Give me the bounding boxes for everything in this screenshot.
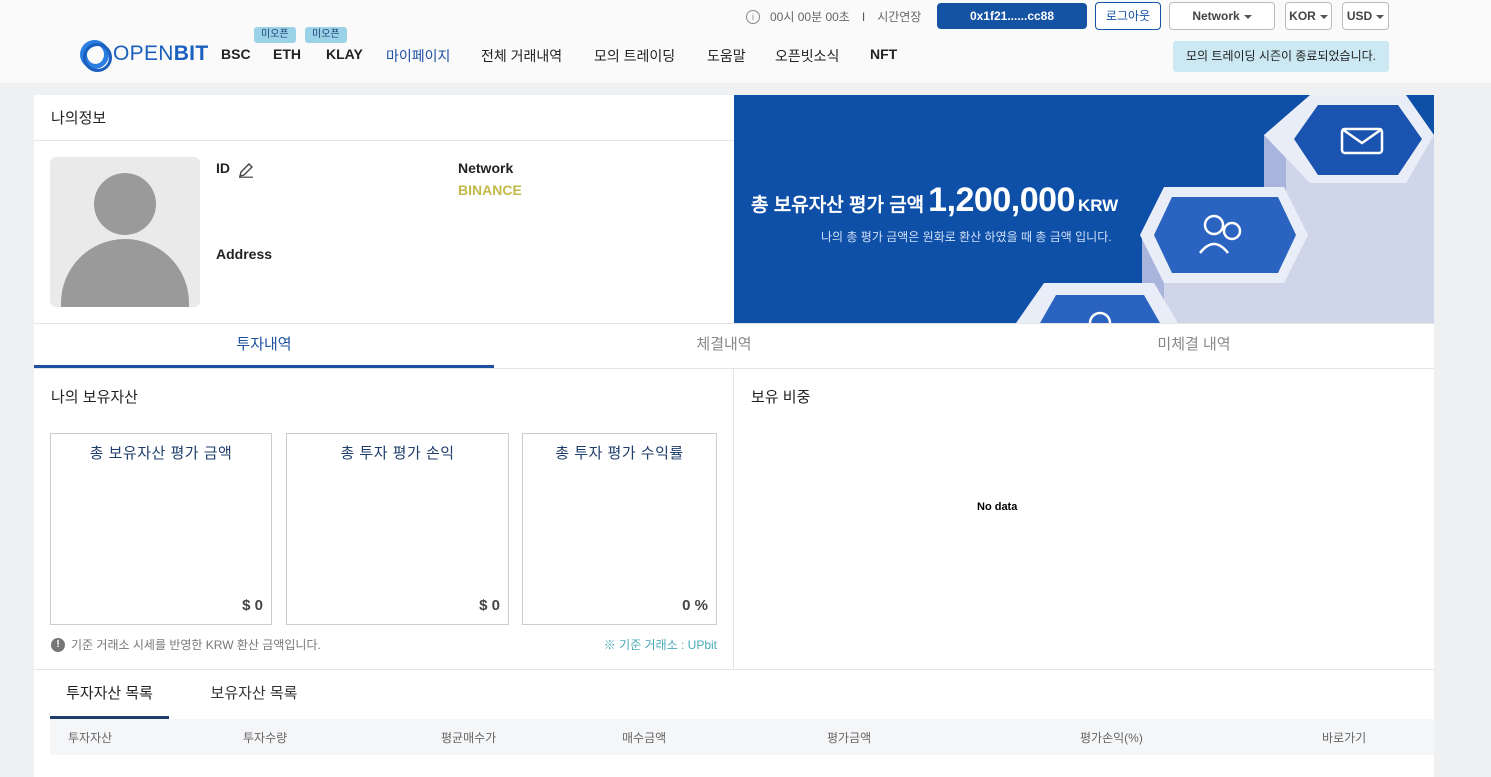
box-value: 0 %	[682, 597, 708, 614]
col-buy-amount: 매수금액	[622, 731, 667, 745]
col-shortcut: 바로가기	[1322, 731, 1367, 745]
tab-investment-history[interactable]: 투자내역	[34, 323, 494, 369]
col-eval-amount: 평가금액	[827, 731, 872, 745]
box-title: 총 투자 평가 손익	[340, 445, 455, 462]
footnote-text: 기준 거래소 시세를 반영한 KRW 환산 금액입니다.	[71, 638, 321, 652]
network-dropdown-label: Network	[1192, 9, 1240, 23]
language-dropdown[interactable]: KOR	[1285, 2, 1332, 30]
nav-help[interactable]: 도움말	[707, 46, 746, 66]
nav-klay[interactable]: KLAY	[326, 46, 363, 62]
timer-value: 00시 00분 00초	[770, 10, 850, 24]
nav-mock-trading[interactable]: 모의 트레이딩	[594, 46, 675, 66]
avatar-body	[61, 239, 189, 307]
info-icon: i	[746, 9, 760, 24]
currency-dropdown-label: USD	[1346, 9, 1373, 23]
total-asset-banner: 총 보유자산 평가 금액 1,200,000 KRW 나의 총 평가 금액은 원화로…	[734, 95, 1434, 323]
session-timer: i 00시 00분 00초 I 시간연장	[746, 8, 921, 25]
col-avg-price: 평균매수가	[441, 731, 497, 745]
alert-icon: !	[51, 637, 65, 652]
total-asset-amount: 1,200,000	[928, 181, 1075, 219]
nav-eth[interactable]: ETH	[273, 46, 301, 62]
tab-filled-orders[interactable]: 체결내역	[494, 323, 954, 369]
wallet-address-button[interactable]: 0x1f21......cc88	[937, 3, 1087, 29]
network-label: Network	[458, 160, 514, 176]
nav-news[interactable]: 오픈빗소식	[775, 46, 839, 66]
openbit-logo-icon	[80, 39, 112, 72]
chevron-down-icon	[1243, 14, 1252, 19]
col-pnl-percent: 평가손익(%)	[1080, 731, 1143, 745]
currency-dropdown[interactable]: USD	[1342, 2, 1389, 30]
pencil-edit-icon[interactable]	[238, 162, 254, 178]
network-value: BINANCE	[458, 182, 522, 198]
myinfo-title: 나의정보	[51, 110, 107, 127]
extend-time-link[interactable]: 시간연장	[877, 8, 921, 25]
header: OPENBIT BSC ETH KLAY 마이페이지 전체 거래내역 모의 트레…	[0, 0, 1491, 83]
nav-bsc[interactable]: BSC	[221, 46, 251, 62]
id-label: ID	[216, 160, 230, 176]
chevron-down-icon	[1319, 14, 1328, 19]
holdings-title: 나의 보유자산	[51, 389, 138, 406]
krw-footnote: ! 기준 거래소 시세를 반영한 KRW 환산 금액입니다.	[51, 636, 321, 653]
chevron-down-icon	[1376, 14, 1385, 19]
banner-title: 총 보유자산 평가 금액 1,200,000 KRW	[751, 181, 1118, 220]
divider	[34, 669, 1434, 670]
total-asset-box: 총 보유자산 평가 금액 $ 0	[50, 433, 272, 625]
address-label: Address	[216, 246, 273, 262]
col-quantity: 투자수량	[243, 731, 288, 745]
col-asset: 투자자산	[68, 731, 113, 745]
divider	[733, 369, 734, 669]
openbit-logo[interactable]: OPENBIT	[80, 39, 209, 72]
asset-table-header: 투자자산 투자수량 평균매수가 매수금액 평가금액 평가손익(%) 바로가기	[50, 719, 1434, 755]
klay-unopened-badge: 미오픈	[305, 27, 347, 43]
eth-unopened-badge: 미오픈	[254, 27, 296, 43]
box-value: $ 0	[242, 597, 263, 614]
total-return-box: 총 투자 평가 수익률 0 %	[522, 433, 717, 625]
banner-title-text: 총 보유자산 평가 금액	[751, 195, 925, 216]
box-title: 총 투자 평가 수익률	[555, 445, 684, 462]
logout-button[interactable]: 로그아웃	[1095, 2, 1161, 30]
avatar-head	[94, 173, 156, 235]
divider	[34, 140, 734, 141]
reference-exchange: ※ 기준 거래소 : UPbit	[603, 638, 717, 652]
network-dropdown[interactable]: Network	[1169, 2, 1275, 30]
tab-holding-asset-list[interactable]: 보유자산 목록	[206, 683, 302, 719]
mypage-card: 나의정보 ID Network BINANCE Address 총 보유자산 평…	[34, 95, 1434, 777]
language-dropdown-label: KOR	[1289, 9, 1316, 23]
ratio-no-data: No data	[977, 501, 1018, 513]
banner-subtitle: 나의 총 평가 금액은 원화로 환산 하였을 때 총 금액 입니다.	[821, 230, 1112, 244]
avatar	[50, 157, 200, 307]
box-title: 총 보유자산 평가 금액	[89, 445, 233, 462]
total-pnl-box: 총 투자 평가 손익 $ 0	[286, 433, 509, 625]
nav-all-trades[interactable]: 전체 거래내역	[481, 46, 562, 66]
nav-mypage[interactable]: 마이페이지	[386, 46, 450, 66]
tab-investment-asset-list[interactable]: 투자자산 목록	[50, 683, 169, 719]
season-ended-notice: 모의 트레이딩 시즌이 종료되었습니다.	[1173, 41, 1389, 72]
holding-ratio-title: 보유 비중	[751, 389, 811, 406]
total-asset-currency: KRW	[1077, 196, 1119, 215]
divider	[34, 368, 1434, 369]
box-value: $ 0	[479, 597, 500, 614]
timer-separator: I	[861, 9, 866, 24]
logo-text: OPENBIT	[113, 42, 209, 65]
tab-open-orders[interactable]: 미체결 내역	[954, 323, 1434, 369]
nav-nft[interactable]: NFT	[870, 46, 897, 62]
